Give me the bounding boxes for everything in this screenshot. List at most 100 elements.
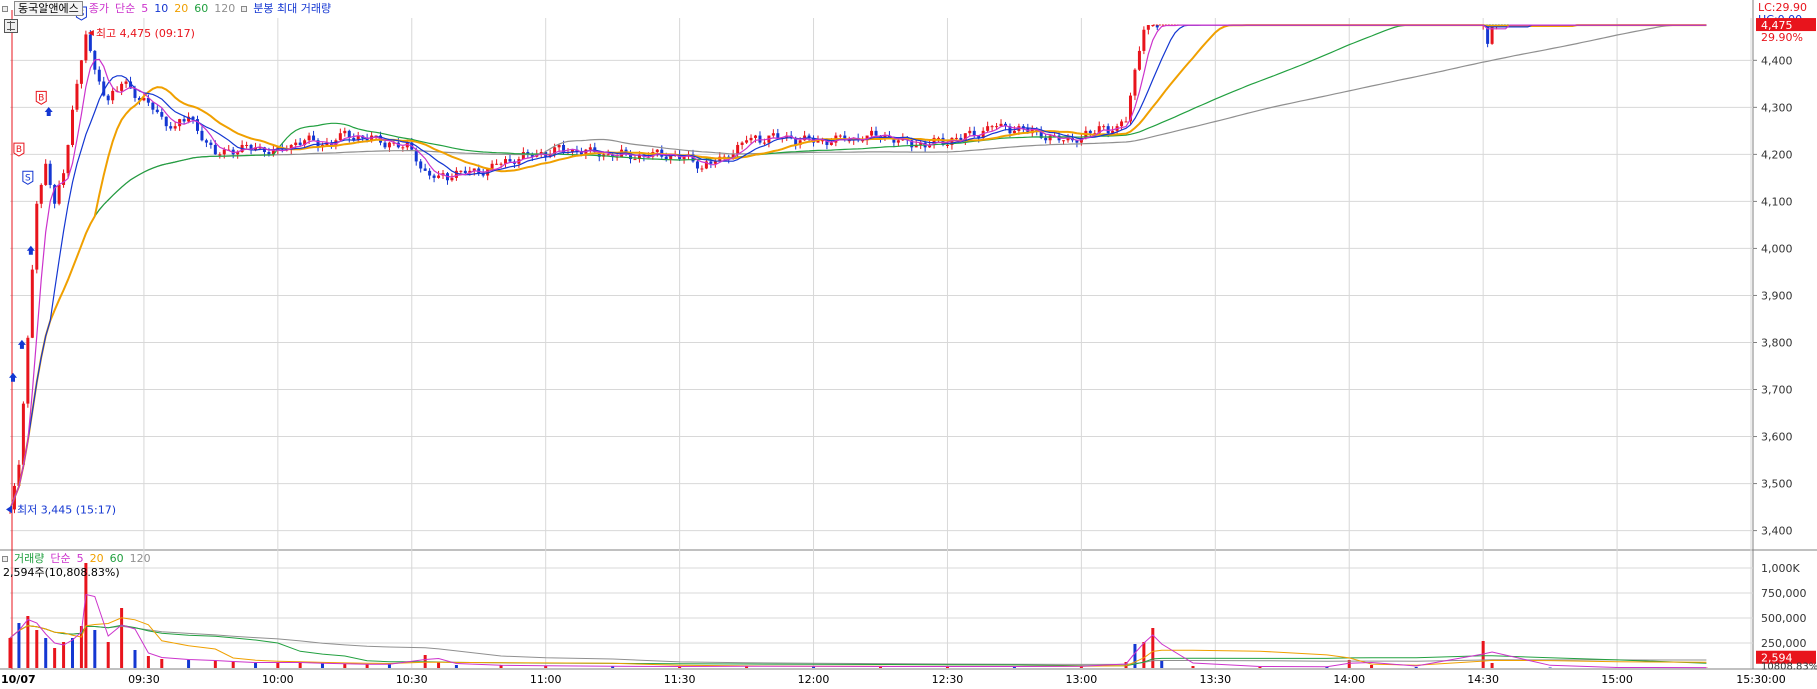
price-series-label: 종가	[88, 2, 109, 15]
candle-body	[1044, 137, 1048, 141]
low-label: 최저 3,445 (15:17)	[17, 503, 116, 516]
candle-body	[160, 112, 164, 117]
candle-body	[771, 133, 775, 136]
x-tick-label: 14:30	[1467, 673, 1499, 686]
candle-body	[1137, 50, 1141, 70]
volume-bar	[133, 650, 137, 668]
volume-bar	[320, 663, 324, 668]
candle-body	[97, 69, 101, 82]
candle-body	[312, 135, 316, 141]
candle-body	[749, 137, 753, 141]
candle-body	[664, 156, 668, 160]
volume-bar	[365, 664, 369, 668]
candle-body	[1102, 126, 1106, 128]
candle-body	[495, 163, 499, 165]
x-tick-label: 12:30	[932, 673, 964, 686]
price-tick-label: 4,100	[1761, 195, 1793, 208]
volume-bar	[106, 642, 110, 668]
volume-bar	[120, 608, 124, 668]
candle-body	[169, 126, 173, 129]
ma5-label: 5	[141, 2, 149, 15]
chart-options-label: 분봉 최대 거래량	[253, 2, 332, 15]
volume-bar	[213, 661, 217, 668]
volume-tick-label: 500,000	[1761, 612, 1807, 625]
volume-bar	[62, 642, 66, 668]
candle-body	[606, 154, 610, 156]
candle-body	[423, 168, 427, 171]
candle-body	[213, 144, 217, 155]
candle-body	[79, 60, 83, 84]
candle-body	[1062, 140, 1066, 142]
ma-type-label: 단순	[114, 2, 136, 15]
volume-bar	[187, 660, 191, 668]
candle-body	[133, 88, 137, 98]
candle-body	[124, 81, 128, 84]
x-tick-label: 09:30	[128, 673, 160, 686]
volume-toggle-icon[interactable]	[2, 555, 8, 562]
volume-label: 거래량	[14, 552, 45, 565]
volume-bar	[1160, 660, 1164, 668]
volume-bar	[298, 663, 302, 668]
stock-name-box[interactable]: 동국알앤에스	[14, 1, 83, 16]
vol-ma60-label: 60	[109, 552, 124, 565]
price-tick-label: 3,800	[1761, 336, 1793, 349]
candle-body	[758, 135, 762, 143]
signal-label: S	[25, 173, 31, 183]
ma10-label: 10	[154, 2, 169, 15]
high-label: 최고 4,475 (09:17)	[96, 27, 195, 40]
volume-bar	[231, 662, 235, 668]
candle-body	[35, 203, 39, 270]
candle-body	[874, 130, 878, 136]
candle-body	[838, 135, 842, 137]
candle-body	[1146, 25, 1150, 30]
volume-bar	[1258, 667, 1262, 668]
price-tick-label: 4,200	[1761, 148, 1793, 161]
candle-body	[588, 147, 592, 150]
options-toggle-icon[interactable]	[241, 5, 248, 12]
vol-ma120-label: 120	[129, 552, 151, 565]
x-tick-label: 15:00	[1601, 673, 1633, 686]
signal-label: B	[16, 145, 22, 155]
x-tick-label: 12:00	[798, 673, 830, 686]
candle-body	[745, 140, 749, 143]
candle-body	[990, 126, 994, 128]
price-tick-label: 4,400	[1761, 54, 1793, 67]
candle-body	[450, 177, 454, 181]
price-panel-header: 동국알앤에스 종가 단순 5 10 20 60 120 분봉 최대 거래량	[2, 1, 331, 16]
volume-bar	[1370, 665, 1374, 668]
volume-ma-type-label: 단순	[50, 552, 71, 565]
ma60-label: 60	[194, 2, 209, 15]
volume-bar	[1191, 666, 1195, 668]
volume-bar	[343, 664, 347, 668]
candle-body	[968, 130, 972, 134]
candle-body	[437, 175, 441, 178]
panel-toggle-icon[interactable]	[2, 5, 8, 12]
price-tick-label: 3,400	[1761, 525, 1793, 538]
x-tick-label: 13:00	[1066, 673, 1098, 686]
candle-body	[66, 144, 70, 174]
grid-settings-icon[interactable]	[4, 19, 18, 33]
candle-body	[1124, 121, 1128, 123]
ma120-label: 120	[214, 2, 236, 15]
candle-body	[1142, 29, 1146, 51]
candle-body	[155, 109, 159, 113]
candle-body	[419, 161, 423, 169]
candle-body	[463, 170, 467, 174]
candle-body	[48, 163, 52, 185]
candle-body	[75, 83, 79, 110]
candle-body	[1133, 69, 1137, 96]
volume-bar	[254, 663, 258, 668]
candle-body	[986, 126, 990, 131]
x-tick-label: 10:30	[396, 673, 428, 686]
candle-body	[200, 130, 204, 141]
candle-body	[1490, 25, 1494, 44]
volume-bar	[1548, 667, 1552, 668]
stock-chart[interactable]: 09:30 10:00 10:30 11:00 11:30 12:00 12:30 13:00…	[0, 0, 1817, 689]
candle-body	[294, 142, 298, 145]
candle-body	[454, 170, 458, 178]
candle-body	[307, 135, 311, 141]
candle-body	[120, 83, 124, 91]
x-tick-label: 14:00	[1333, 673, 1365, 686]
candle-body	[70, 109, 74, 145]
candle-body	[1012, 130, 1016, 134]
